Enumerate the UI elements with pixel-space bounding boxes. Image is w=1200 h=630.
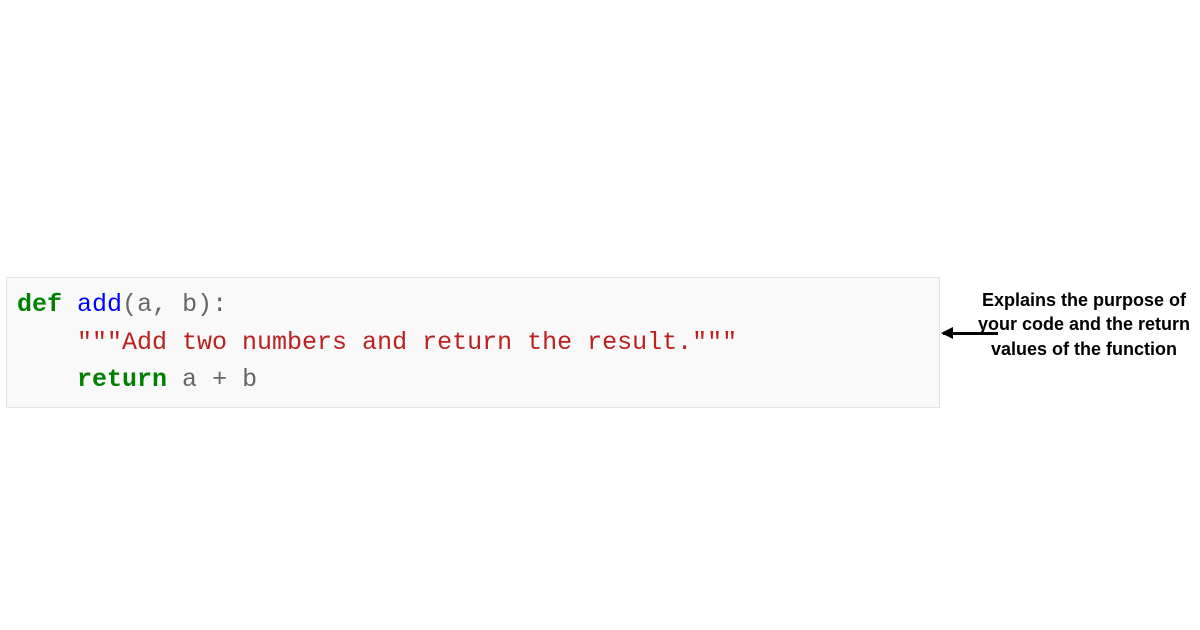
indent xyxy=(17,365,77,394)
colon: : xyxy=(212,290,227,319)
open-paren: ( xyxy=(122,290,137,319)
space xyxy=(227,365,242,394)
operator-plus: + xyxy=(212,365,227,394)
params: a, b xyxy=(137,290,197,319)
code-block: def add(a, b): """Add two numbers and re… xyxy=(6,277,940,408)
space xyxy=(62,290,77,319)
space xyxy=(197,365,212,394)
function-name: add xyxy=(77,290,122,319)
docstring: """Add two numbers and return the result… xyxy=(77,328,737,357)
keyword-return: return xyxy=(77,365,167,394)
space xyxy=(167,365,182,394)
var-b: b xyxy=(242,365,257,394)
close-paren: ) xyxy=(197,290,212,319)
annotation-text: Explains the purpose of your code and th… xyxy=(974,288,1194,361)
var-a: a xyxy=(182,365,197,394)
keyword-def: def xyxy=(17,290,62,319)
indent xyxy=(17,328,77,357)
